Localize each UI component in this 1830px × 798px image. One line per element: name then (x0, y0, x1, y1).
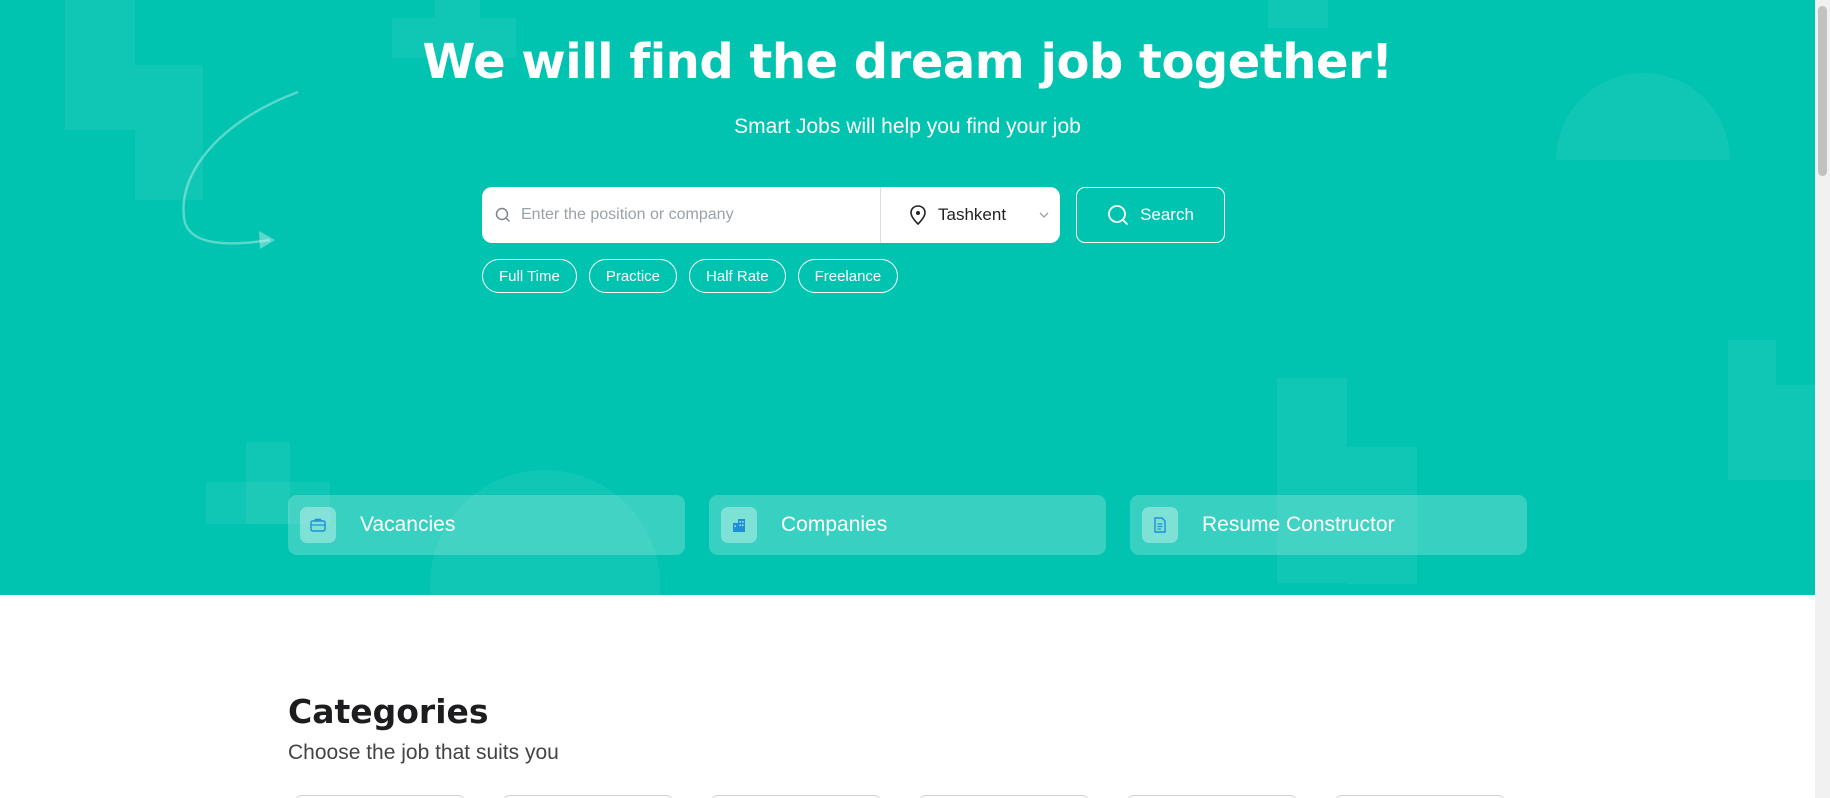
decor-shape (435, 0, 480, 18)
search-icon (495, 207, 510, 222)
building-icon (721, 507, 757, 543)
hero-nav-cards: Vacancies Companies Resume Constructor (288, 495, 1527, 555)
location-select[interactable]: Tashkent (881, 187, 1060, 243)
document-icon (1142, 507, 1178, 543)
search-button[interactable]: Search (1076, 187, 1225, 243)
decor-circle (1556, 73, 1730, 160)
companies-card[interactable]: Companies (709, 495, 1106, 555)
page: We will find the dream job together! Sma… (0, 0, 1830, 798)
chip-freelance[interactable]: Freelance (797, 259, 899, 293)
briefcase-icon (300, 507, 336, 543)
resume-constructor-label: Resume Constructor (1202, 513, 1395, 536)
search-input-wrapper (482, 187, 881, 243)
vacancies-card[interactable]: Vacancies (288, 495, 685, 555)
vacancies-label: Vacancies (360, 513, 456, 536)
chevron-down-icon (1039, 212, 1049, 218)
job-type-chips: Full Time Practice Half Rate Freelance (482, 259, 899, 293)
decor-shape (1728, 340, 1776, 480)
search-input[interactable] (482, 187, 880, 243)
hero-title: We will find the dream job together! (422, 34, 1393, 90)
companies-label: Companies (781, 513, 888, 536)
search-icon (1108, 205, 1128, 225)
chip-half-rate[interactable]: Half Rate (689, 259, 786, 293)
location-value: Tashkent (938, 205, 1007, 224)
resume-constructor-card[interactable]: Resume Constructor (1130, 495, 1527, 555)
decor-shape (1268, 0, 1328, 28)
chip-practice[interactable]: Practice (588, 259, 678, 293)
scrollbar-thumb[interactable] (1818, 6, 1827, 176)
categories-subtitle: Choose the job that suits you (288, 741, 559, 764)
search-box: Tashkent (482, 187, 1060, 243)
hero-subtitle: Smart Jobs will help you find your job (734, 115, 1081, 138)
decor-shape (1776, 385, 1815, 480)
vertical-scrollbar[interactable] (1815, 0, 1830, 798)
hero-section: We will find the dream job together! Sma… (0, 0, 1830, 595)
location-pin-icon (910, 205, 926, 226)
curved-arrow-decoration (182, 90, 299, 249)
search-button-label: Search (1140, 205, 1194, 224)
chip-full-time[interactable]: Full Time (482, 259, 577, 293)
categories-title: Categories (288, 692, 489, 731)
